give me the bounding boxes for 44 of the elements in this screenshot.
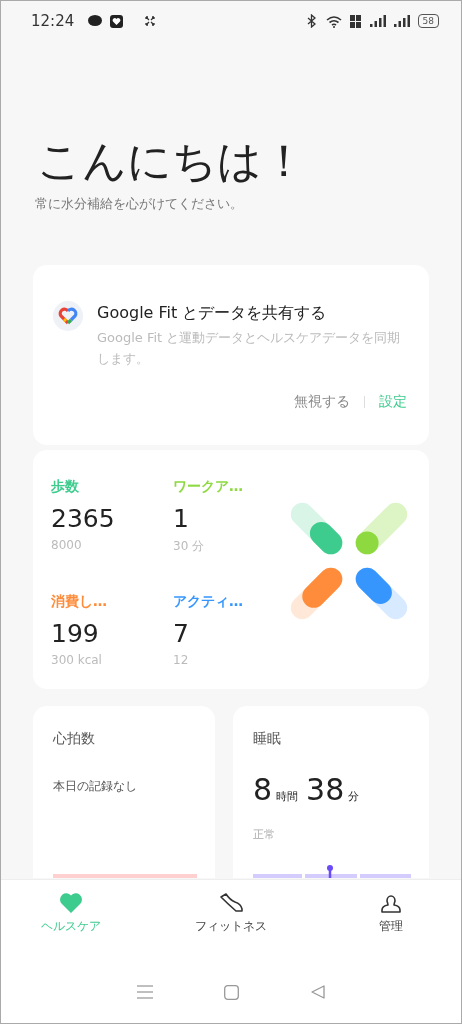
stat-value: 199 — [51, 619, 100, 649]
hours-unit: 時間 — [276, 789, 299, 804]
battery-level: 58 — [417, 14, 439, 28]
nav-tab[interactable]: フィットネス — [189, 892, 273, 935]
shoe-icon — [218, 892, 244, 914]
heart-logo-icon — [53, 301, 83, 331]
card-title: 睡眠 — [253, 730, 282, 748]
chat-bubble-icon — [88, 15, 103, 27]
card-title: 心拍数 — [53, 730, 96, 748]
card-title: Google Fit とデータを共有する — [97, 302, 328, 324]
bluetooth-icon — [305, 14, 318, 28]
minutes-unit: 分 — [348, 789, 360, 804]
greeting-subtitle: 常に水分補給を心がけてください。 — [35, 195, 244, 213]
nav-tab[interactable]: ヘルスケア — [31, 892, 111, 935]
heart-icon — [59, 892, 83, 914]
stat-label: アクティ… — [173, 593, 243, 611]
heart-app-icon — [110, 14, 124, 28]
expand-icon — [145, 16, 156, 26]
stat-value: 2365 — [51, 504, 116, 534]
stat-goal: 12 — [173, 653, 190, 667]
stat-goal: 8000 — [51, 538, 83, 552]
person-icon — [380, 892, 402, 914]
stat-goal: 300 kcal — [51, 653, 103, 667]
no-record-message: 本日の記録なし — [53, 778, 138, 795]
sleep-hours: 8 — [253, 772, 273, 807]
stat-value: 1 — [173, 504, 190, 534]
sleep-minutes: 38 — [306, 772, 345, 807]
settings-button[interactable]: 設定 — [379, 393, 407, 411]
status-time: 12:24 — [31, 12, 75, 30]
stat-value: 7 — [173, 619, 190, 649]
stat-label: 消費し… — [51, 593, 107, 611]
greeting-title: こんにちは！ — [37, 134, 307, 188]
stat-label: 歩数 — [51, 478, 79, 496]
home-icon[interactable] — [224, 985, 240, 1000]
back-icon[interactable] — [311, 985, 326, 999]
signal-icon — [369, 15, 386, 27]
dismiss-button[interactable]: 無視する — [294, 393, 350, 411]
menu-icon[interactable] — [136, 985, 153, 999]
nav-tab[interactable]: 管理 — [351, 892, 431, 935]
signal-icon — [393, 15, 410, 27]
wifi-icon — [325, 14, 342, 28]
sleep-quality: 正常 — [253, 827, 276, 842]
stat-label: ワークア… — [173, 478, 243, 496]
stat-goal: 30 分 — [173, 538, 206, 555]
